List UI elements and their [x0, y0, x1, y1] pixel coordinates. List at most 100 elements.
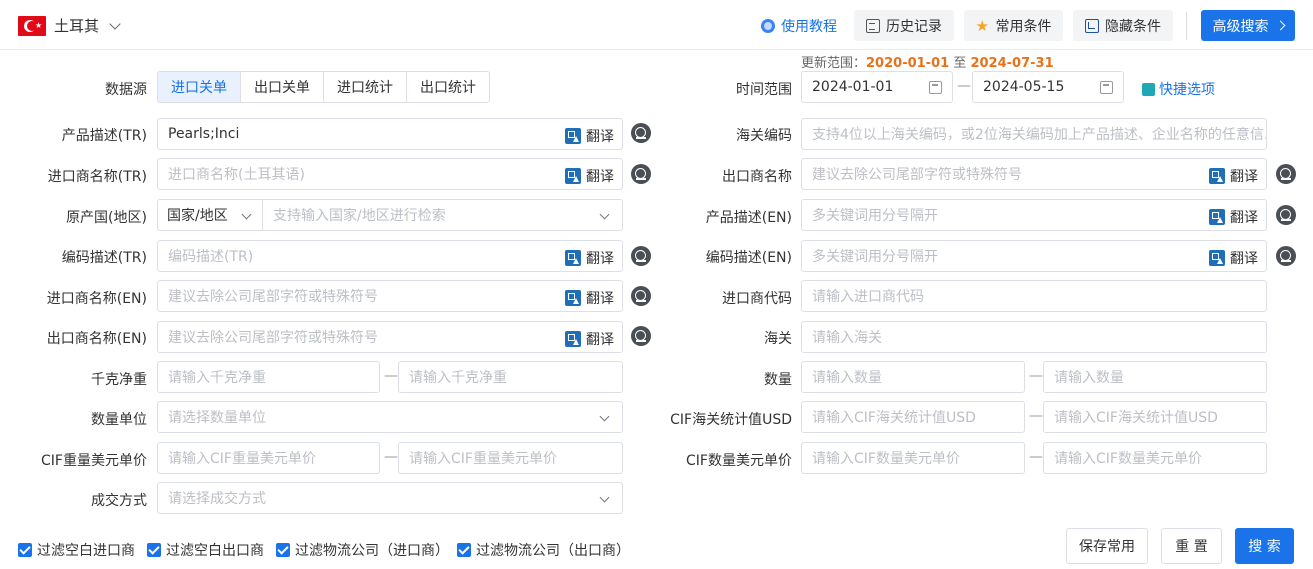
range-separator: — [957, 78, 971, 94]
cif-weight-price-max-input[interactable]: 请输入CIF重量美元单价 [398, 442, 623, 474]
update-range: 更新范围：2020-01-01 至 2024-07-31 [801, 52, 1054, 71]
translate-button[interactable]: 翻译 [565, 126, 614, 146]
product-desc-tr-label: 产品描述(TR) [61, 128, 147, 144]
quick-options-link[interactable]: 快捷选项 [1142, 79, 1215, 99]
tutorial-label: 使用教程 [781, 18, 837, 35]
origin-country-search[interactable]: 支持输入国家/地区进行检索 [263, 200, 622, 230]
update-range-label: 更新范围： [801, 56, 867, 71]
quantity-unit-placeholder: 请选择数量单位 [168, 410, 266, 426]
save-favorites-button[interactable]: 保存常用 [1066, 528, 1148, 564]
checkbox-checked-icon [276, 543, 290, 557]
customs-input[interactable]: 请输入海关 [801, 321, 1267, 353]
quantity-min-input[interactable]: 请输入数量 [801, 361, 1025, 393]
advanced-search-button[interactable]: 高级搜索 [1201, 10, 1295, 41]
tutorial-button[interactable]: 使用教程 [756, 10, 842, 41]
translate-button[interactable]: 翻译 [565, 329, 614, 349]
net-weight-label: 千克净重 [91, 372, 147, 388]
translate-button[interactable]: 翻译 [565, 248, 614, 268]
importer-name-en-label: 进口商名称(EN) [46, 291, 147, 307]
quantity-unit-select[interactable]: 请选择数量单位 [157, 401, 623, 433]
code-desc-en-placeholder: 多关键词用分号隔开 [812, 249, 938, 265]
tab-import-statistics[interactable]: 进口统计 [323, 72, 406, 102]
search-history-icon[interactable] [631, 286, 651, 306]
cif-weight-price-min-input[interactable]: 请输入CIF重量美元单价 [157, 442, 380, 474]
code-desc-tr-input[interactable]: 编码描述(TR) 翻译 [157, 240, 623, 272]
history-button[interactable]: 历史记录 [854, 10, 954, 41]
tab-export-declaration[interactable]: 出口关单 [240, 72, 323, 102]
favorites-button[interactable]: ★ 常用条件 [964, 10, 1063, 41]
filter-blank-importer-checkbox[interactable]: 过滤空白进口商 [18, 540, 135, 560]
cif-weight-price-label: CIF重量美元单价 [41, 453, 147, 469]
product-desc-en-input[interactable]: 多关键词用分号隔开 翻译 [801, 199, 1267, 231]
cif-customs-value-min-input[interactable]: 请输入CIF海关统计值USD [801, 401, 1025, 433]
importer-code-placeholder: 请输入进口商代码 [812, 289, 924, 305]
search-history-icon[interactable] [1276, 164, 1296, 184]
exporter-name-en-input[interactable]: 建议去除公司尾部字符或特殊符号 翻译 [157, 321, 623, 353]
chevron-down-icon [599, 411, 610, 422]
cif-customs-value-max-input[interactable]: 请输入CIF海关统计值USD [1043, 401, 1267, 433]
country-region-select[interactable]: 国家/地区 [158, 200, 263, 230]
translate-button[interactable]: 翻译 [565, 166, 614, 186]
tab-import-declaration[interactable]: 进口关单 [158, 72, 240, 102]
cif-weight-price-max-placeholder: 请输入CIF重量美元单价 [409, 451, 557, 467]
search-history-icon[interactable] [1276, 205, 1296, 225]
search-history-icon[interactable] [631, 164, 651, 184]
code-desc-en-input[interactable]: 多关键词用分号隔开 翻译 [801, 240, 1267, 272]
translate-button[interactable]: 翻译 [1209, 166, 1258, 186]
translate-button[interactable]: 翻译 [1209, 248, 1258, 268]
range-separator: — [1029, 449, 1043, 465]
filter-logistics-importer-checkbox[interactable]: 过滤物流公司（进口商） [276, 540, 449, 560]
hs-code-input[interactable]: 支持4位以上海关编码，或2位海关编码加上产品描述、企业名称的任意信... [801, 118, 1267, 150]
cif-customs-value-min-placeholder: 请输入CIF海关统计值USD [812, 410, 976, 426]
country-region-value: 国家/地区 [167, 208, 228, 224]
filter-logistics-exporter-label: 过滤物流公司（出口商） [476, 543, 630, 559]
quantity-max-input[interactable]: 请输入数量 [1043, 361, 1267, 393]
product-desc-tr-value: Pearls;Inci [168, 126, 240, 142]
date-end-input[interactable]: 2024-05-15 [972, 71, 1124, 103]
translate-icon [1209, 209, 1225, 225]
transaction-method-select[interactable]: 请选择成交方式 [157, 482, 623, 514]
importer-name-tr-label: 进口商名称(TR) [47, 169, 147, 185]
tab-export-statistics[interactable]: 出口统计 [406, 72, 489, 102]
exporter-name-placeholder: 建议去除公司尾部字符或特殊符号 [812, 167, 1022, 183]
chevron-right-icon [1275, 20, 1285, 31]
country-name: 土耳其 [54, 17, 100, 35]
date-start-input[interactable]: 2024-01-01 [801, 71, 953, 103]
filter-logistics-exporter-checkbox[interactable]: 过滤物流公司（出口商） [457, 540, 630, 560]
search-history-icon[interactable] [631, 246, 651, 266]
reset-button[interactable]: 重 置 [1161, 528, 1222, 564]
divider [1186, 12, 1187, 40]
hide-conditions-button[interactable]: 隐藏条件 [1073, 10, 1173, 41]
importer-code-input[interactable]: 请输入进口商代码 [801, 280, 1267, 312]
exporter-name-label: 出口商名称 [722, 169, 792, 185]
translate-icon [565, 331, 581, 347]
country-selector[interactable]: ★ 土耳其 [18, 15, 121, 36]
search-history-icon[interactable] [1276, 246, 1296, 266]
filter-blank-importer-label: 过滤空白进口商 [37, 543, 135, 559]
chevron-down-icon [241, 209, 252, 220]
search-button[interactable]: 搜 索 [1235, 528, 1294, 564]
product-desc-tr-input[interactable]: Pearls;Inci 翻译 [157, 118, 623, 150]
range-separator: — [1029, 368, 1043, 384]
search-history-icon[interactable] [631, 123, 651, 143]
hs-code-placeholder: 支持4位以上海关编码，或2位海关编码加上产品描述、企业名称的任意信... [812, 127, 1267, 143]
cif-quantity-price-min-input[interactable]: 请输入CIF数量美元单价 [801, 442, 1025, 474]
translate-label: 翻译 [1230, 210, 1258, 226]
filter-blank-exporter-checkbox[interactable]: 过滤空白出口商 [147, 540, 264, 560]
customs-label: 海关 [764, 331, 792, 347]
net-weight-min-input[interactable]: 请输入千克净重 [157, 361, 380, 393]
net-weight-max-input[interactable]: 请输入千克净重 [398, 361, 623, 393]
importer-code-label: 进口商代码 [722, 291, 792, 307]
importer-name-tr-input[interactable]: 进口商名称(土耳其语) 翻译 [157, 158, 623, 190]
importer-name-en-input[interactable]: 建议去除公司尾部字符或特殊符号 翻译 [157, 280, 623, 312]
advanced-search-label: 高级搜索 [1212, 18, 1269, 35]
code-desc-tr-label: 编码描述(TR) [61, 250, 147, 266]
search-history-icon[interactable] [631, 326, 651, 346]
translate-button[interactable]: 翻译 [1209, 207, 1258, 227]
cif-customs-value-max-placeholder: 请输入CIF海关统计值USD [1054, 410, 1218, 426]
calendar-icon [1100, 81, 1113, 94]
translate-button[interactable]: 翻译 [565, 288, 614, 308]
translate-label: 翻译 [586, 129, 614, 145]
exporter-name-input[interactable]: 建议去除公司尾部字符或特殊符号 翻译 [801, 158, 1267, 190]
cif-quantity-price-max-input[interactable]: 请输入CIF数量美元单价 [1043, 442, 1267, 474]
